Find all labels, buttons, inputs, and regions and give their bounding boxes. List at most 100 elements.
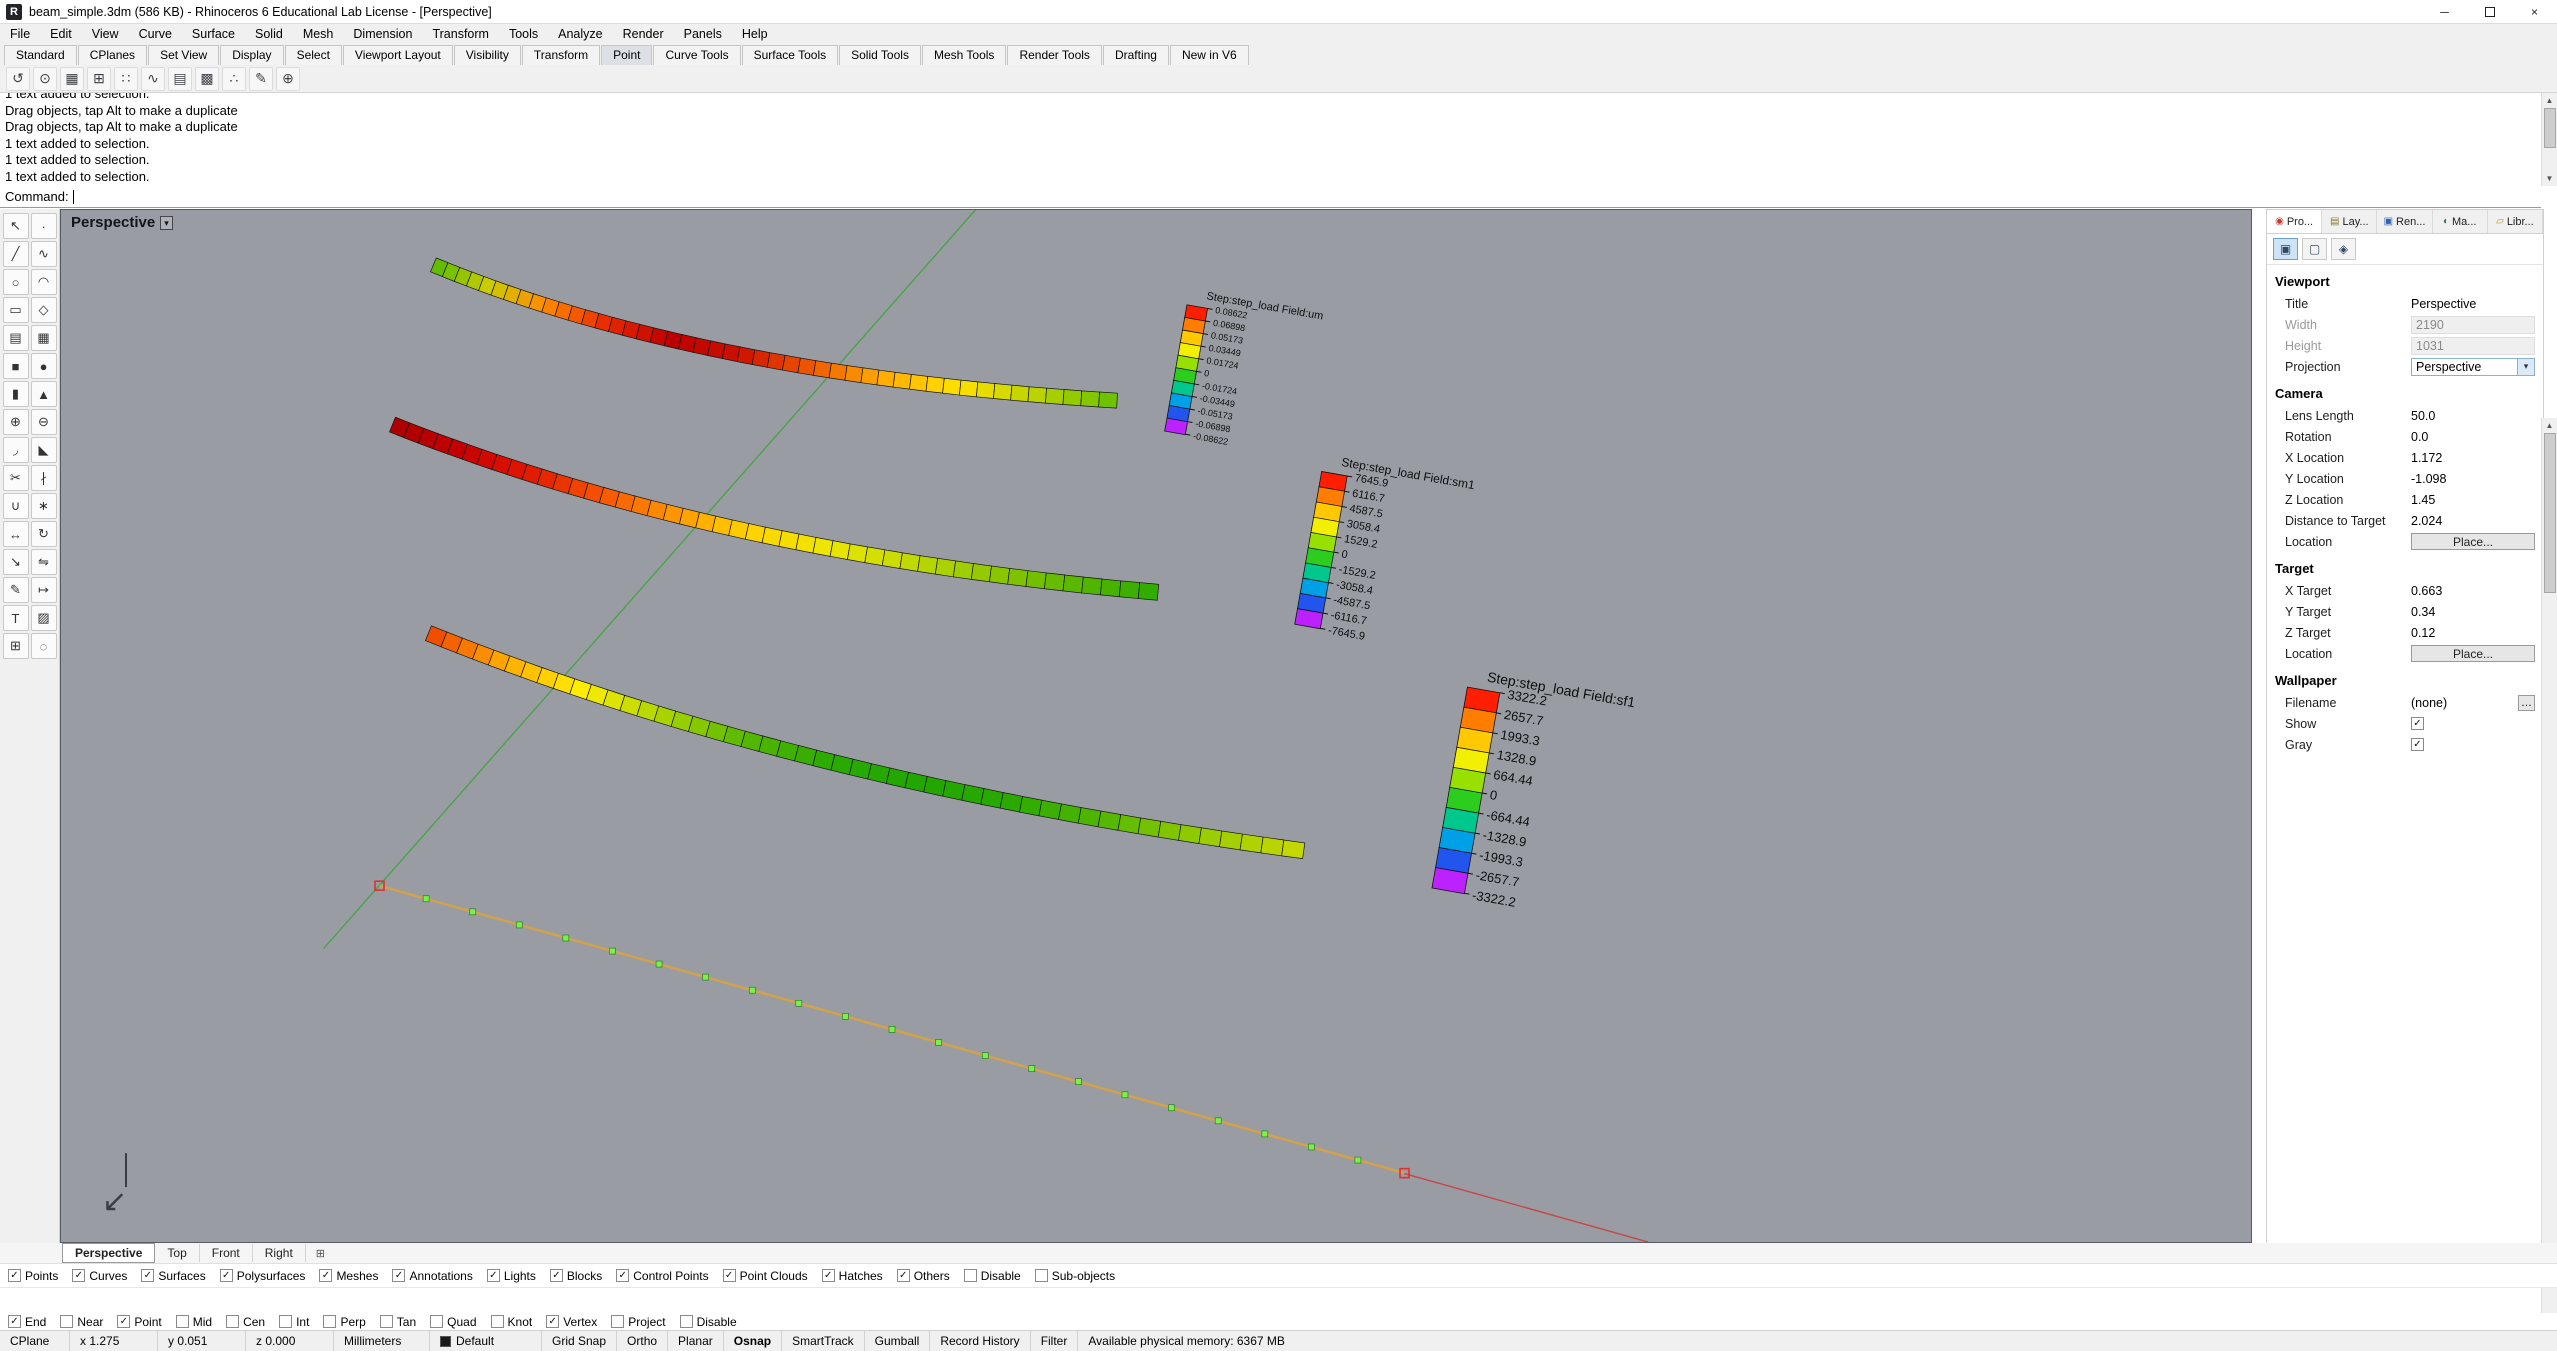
osnap-end[interactable]: ✓ End	[8, 1315, 46, 1329]
filter-checkbox-blocks[interactable]: ✓	[549, 1269, 563, 1282]
beam-segment[interactable]	[993, 383, 1013, 401]
toolbar-tab-drafting[interactable]: Drafting	[1102, 45, 1169, 65]
osnap-checkbox-disable[interactable]	[679, 1315, 693, 1328]
grid-snap-icon[interactable]: ⊞	[87, 66, 111, 91]
beam-segment[interactable]	[1038, 799, 1062, 820]
toolbar-tab-display[interactable]: Display	[220, 45, 284, 65]
status-toggle-grid-snap[interactable]: Grid Snap	[542, 1331, 618, 1351]
beam-mesh-3[interactable]	[424, 625, 1306, 860]
beam-segment[interactable]	[1081, 576, 1103, 596]
viewport-scene[interactable]: 0.086220.068980.051730.034490.017240-0.0…	[61, 210, 2251, 1242]
join-tool-icon[interactable]: ∪	[2, 493, 29, 519]
beam-segment[interactable]	[958, 379, 979, 398]
filter-checkbox-control-points[interactable]: ✓	[616, 1269, 630, 1282]
prop-value-text[interactable]: 50.0	[2411, 409, 2535, 423]
boolean-union-icon[interactable]: ⊕	[2, 409, 29, 435]
viewport-tab-right[interactable]: Right	[253, 1244, 306, 1262]
legend-1[interactable]: 0.086220.068980.051730.034490.017240-0.0…	[1164, 287, 1324, 459]
beam-segment[interactable]	[1098, 391, 1118, 409]
polyline-tool-icon[interactable]: ╱	[2, 241, 29, 267]
curve-icon[interactable]: ∿	[141, 66, 165, 91]
beam-segment[interactable]	[736, 346, 756, 365]
panel-tab-ren[interactable]: ▣ Ren...	[2377, 210, 2433, 233]
beam-segment[interactable]	[1027, 386, 1047, 404]
filter-meshes[interactable]: ✓ Meshes	[319, 1269, 378, 1283]
beam-segment[interactable]	[1198, 827, 1223, 848]
toolbar-tab-render-tools[interactable]: Render Tools	[1007, 45, 1102, 65]
detail-properties-icon[interactable]: ▢	[2302, 238, 2327, 260]
circle-tool-icon[interactable]: ○	[2, 269, 29, 295]
prop-checkbox[interactable]: ✓	[2411, 717, 2424, 730]
osnap-project[interactable]: Project	[611, 1315, 666, 1329]
beam-segment[interactable]	[1157, 820, 1182, 841]
menu-mesh[interactable]: Mesh	[293, 24, 344, 43]
filter-annotations[interactable]: ✓ Annotations	[392, 1269, 473, 1283]
model-node[interactable]	[981, 1052, 989, 1059]
text-tool-icon[interactable]: T	[2, 605, 29, 631]
toolbar-tab-select[interactable]: Select	[284, 45, 342, 65]
beam-segment[interactable]	[1239, 833, 1264, 854]
split-tool-icon[interactable]: ∤	[30, 465, 57, 491]
beam-segment[interactable]	[1281, 839, 1306, 860]
beam-segment[interactable]	[778, 530, 800, 551]
osnap-checkbox-quad[interactable]	[430, 1315, 444, 1328]
beam-segment[interactable]	[1007, 568, 1029, 587]
osnap-vertex[interactable]: ✓ Vertex	[546, 1315, 597, 1329]
scale-tool-icon[interactable]: ↘	[2, 549, 29, 575]
dense-grid-icon[interactable]: ▩	[195, 66, 219, 91]
filter-checkbox-others[interactable]: ✓	[896, 1269, 910, 1282]
sphere-tool-icon[interactable]: ●	[30, 353, 57, 379]
place-button[interactable]: Place...	[2411, 533, 2535, 550]
beam-segment[interactable]	[934, 557, 956, 578]
prop-value-text[interactable]: 0.12	[2411, 626, 2535, 640]
fillet-tool-icon[interactable]: ◞	[2, 437, 29, 463]
beam-segment[interactable]	[751, 349, 771, 368]
beam-segment[interactable]	[812, 537, 834, 557]
status-cplane[interactable]: CPlane	[0, 1331, 70, 1351]
prop-value-text[interactable]: 1.172	[2411, 451, 2535, 465]
filter-disable[interactable]: Disable	[963, 1269, 1021, 1283]
curve-tool-icon[interactable]: ∿	[30, 241, 57, 267]
beam-segment[interactable]	[828, 362, 848, 381]
beam-segment[interactable]	[766, 352, 786, 371]
beam-segment[interactable]	[1219, 830, 1243, 851]
beam-segment[interactable]	[1080, 390, 1100, 408]
beam-segment[interactable]	[1010, 384, 1030, 403]
viewport-title[interactable]: Perspective ▾	[71, 214, 173, 231]
viewport-perspective[interactable]: 0.08622 0.06898 0.05173 0.03449 0.01724 0 -0.0…	[60, 209, 2252, 1243]
block-tool-icon[interactable]: ⊞	[2, 633, 29, 659]
scroll-up-icon[interactable]: ▲	[2542, 418, 2557, 433]
toolbar-tab-new-in-v6[interactable]: New in V6	[1169, 45, 1249, 65]
beam-segment[interactable]	[925, 375, 945, 394]
osnap-perp[interactable]: Perp	[323, 1315, 366, 1329]
history-icon[interactable]: ↺	[6, 66, 30, 91]
beam-segment[interactable]	[1118, 580, 1141, 599]
legend-2[interactable]: 7645.96116.74587.53058.41529.20-1529.2-3…	[1294, 452, 1477, 657]
status-toggle-record-history[interactable]: Record History	[930, 1331, 1031, 1351]
scroll-thumb[interactable]	[2543, 108, 2556, 148]
move-tool-icon[interactable]: ↔	[2, 521, 29, 547]
osnap-checkbox-cen[interactable]	[226, 1315, 240, 1328]
scroll-up-icon[interactable]: ▲	[2542, 93, 2557, 108]
surface-tool-icon[interactable]: ▤	[2, 325, 29, 351]
status-millimeters[interactable]: Millimeters	[334, 1331, 430, 1351]
status-toggle-gumball[interactable]: Gumball	[865, 1331, 931, 1351]
osnap-checkbox-mid[interactable]	[175, 1315, 189, 1328]
model-node[interactable]	[888, 1026, 896, 1033]
status-toggle-smarttrack[interactable]: SmartTrack	[782, 1331, 865, 1351]
model-node[interactable]	[1261, 1130, 1269, 1138]
menu-transform[interactable]: Transform	[422, 24, 499, 43]
box-tool-icon[interactable]: ■	[2, 353, 29, 379]
command-history[interactable]: 1 text added to selection. Drag objects, …	[0, 93, 2541, 186]
beam-segment[interactable]	[942, 377, 962, 396]
panel-tab-ma[interactable]: ◐ Ma...	[2433, 210, 2488, 233]
model-node[interactable]	[1308, 1143, 1315, 1151]
menu-view[interactable]: View	[82, 24, 129, 43]
model-node[interactable]	[1214, 1117, 1222, 1125]
filter-point-clouds[interactable]: ✓ Point Clouds	[722, 1269, 808, 1283]
menu-analyze[interactable]: Analyze	[548, 24, 612, 43]
beam-segment[interactable]	[812, 360, 832, 379]
beam-segment[interactable]	[876, 369, 896, 388]
menu-file[interactable]: File	[0, 24, 40, 43]
toolbar-tab-transform[interactable]: Transform	[521, 45, 601, 65]
